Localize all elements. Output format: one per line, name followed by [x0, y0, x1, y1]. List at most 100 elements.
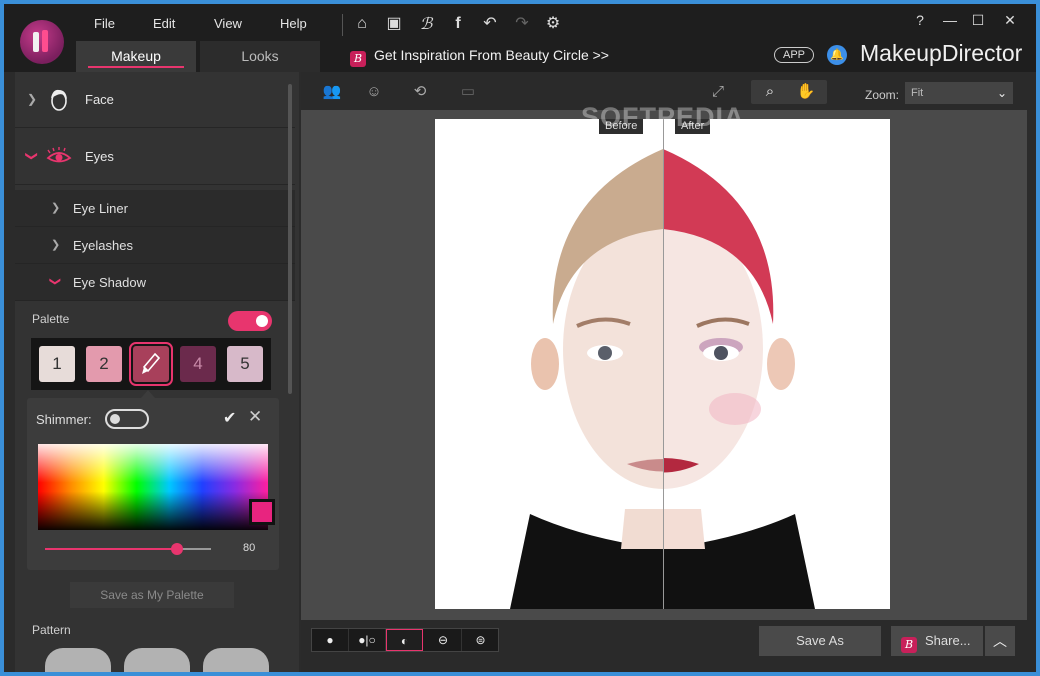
shimmer-label: Shimmer:: [36, 412, 92, 427]
intensity-slider[interactable]: [45, 543, 211, 555]
chevron-down-icon: ❯: [25, 150, 40, 162]
pattern-thumbnail-1[interactable]: [45, 648, 111, 672]
subcategory-eye-shadow-label: Eye Shadow: [73, 275, 146, 290]
zoom-tools: ⌕ ✋: [751, 80, 827, 104]
palette-swatch-5[interactable]: 5: [227, 346, 263, 382]
zoom-select-value: Fit: [911, 87, 924, 99]
pattern-label: Pattern: [32, 623, 71, 637]
brand-title: MakeupDirector: [860, 40, 1022, 67]
split-horizontal-icon[interactable]: ⊖: [425, 629, 462, 651]
color-picker-popup: Shimmer: ✔ ✕ 80: [27, 398, 279, 570]
beauty-circle-badge-icon: B: [350, 51, 366, 67]
undo-icon[interactable]: ↶: [479, 13, 501, 35]
crop-icon[interactable]: ▭: [457, 81, 479, 103]
palette-swatch-4[interactable]: 4: [180, 346, 216, 382]
compare-split-line[interactable]: [663, 119, 664, 609]
share-button[interactable]: B Share...: [891, 626, 983, 656]
expand-up-button[interactable]: ︿: [985, 626, 1015, 656]
palette-toggle[interactable]: [228, 311, 272, 331]
face-icon: [51, 89, 67, 111]
view-mode-group: ● ●|○ ◐ ⊖ ⊜: [311, 628, 499, 652]
softpedia-watermark: SOFTPEDIA: [581, 102, 745, 132]
app-logo: [20, 20, 64, 64]
brand-title-light: Director: [941, 40, 1023, 66]
menu-help[interactable]: Help: [280, 16, 307, 31]
chevron-right-icon: ❯: [27, 92, 38, 106]
history-icon[interactable]: ⟲: [409, 81, 431, 103]
menu-view[interactable]: View: [214, 16, 242, 31]
beauty-circle-badge-icon: B: [901, 637, 917, 653]
eye-icon: [46, 147, 72, 163]
left-panel-scrollbar[interactable]: [288, 84, 292, 394]
palette-swatch-2[interactable]: 2: [86, 346, 122, 382]
category-eyes[interactable]: ❯ Eyes: [15, 129, 295, 185]
pattern-thumbnail-2[interactable]: [124, 648, 190, 672]
side-by-side-icon[interactable]: ●|○: [349, 629, 386, 651]
category-face[interactable]: ❯ Face: [15, 72, 295, 128]
menu-edit[interactable]: Edit: [153, 16, 175, 31]
intensity-value: 80: [243, 542, 256, 554]
subcategory-eyelashes-label: Eyelashes: [73, 238, 133, 253]
minimize-button[interactable]: —: [936, 10, 964, 30]
popup-caret: [141, 390, 155, 398]
category-face-label: Face: [85, 92, 114, 107]
subcategory-eye-shadow[interactable]: ❯ Eye Shadow: [15, 264, 295, 301]
app-window: File Edit View Help ⌂ ▣ ℬ f ↶ ↷ ⚙ Makeup…: [4, 4, 1036, 672]
palette-label: Palette: [32, 312, 70, 326]
chevron-down-icon: ❯: [49, 276, 62, 287]
pattern-thumbnail-3[interactable]: [203, 648, 269, 672]
palette-swatch-1[interactable]: 1: [39, 346, 75, 382]
zoom-label: Zoom:: [865, 88, 900, 102]
redo-icon[interactable]: ↷: [511, 13, 533, 35]
split-vertical-icon[interactable]: ◐: [386, 629, 423, 651]
chevron-right-icon: ❯: [51, 202, 61, 214]
subcategory-eye-liner[interactable]: ❯ Eye Liner: [15, 190, 295, 227]
beauty-circle-icon[interactable]: ℬ: [415, 13, 437, 35]
makeup-panel: ❯ Face ❯ Eyes ❯ Eye Liner ❯ Eyelashes ❯: [15, 72, 299, 672]
tab-makeup[interactable]: Makeup: [76, 41, 196, 72]
beauty-circle-link[interactable]: B Get Inspiration From Beauty Circle >>: [350, 47, 609, 67]
maximize-button[interactable]: ☐: [964, 10, 992, 30]
chevron-right-icon: ❯: [51, 239, 61, 251]
slider-knob[interactable]: [171, 543, 183, 555]
settings-gear-icon[interactable]: ⚙: [542, 13, 564, 35]
palette-swatches: 1 2 4 5: [31, 338, 271, 390]
brush-icon: [142, 352, 161, 374]
facebook-icon[interactable]: f: [447, 13, 469, 35]
stacked-view-icon[interactable]: ⊜: [462, 629, 499, 651]
title-bar: File Edit View Help ⌂ ▣ ℬ f ↶ ↷ ⚙ Makeup…: [4, 4, 1036, 72]
notification-bell-icon[interactable]: 🔔: [827, 45, 847, 65]
subcategory-eye-liner-label: Eye Liner: [73, 201, 128, 216]
shimmer-toggle[interactable]: [105, 409, 149, 429]
confirm-check-icon[interactable]: ✔: [223, 408, 236, 428]
home-icon[interactable]: ⌂: [351, 13, 373, 35]
photo-canvas[interactable]: Before After: [301, 110, 1027, 620]
close-popup-icon[interactable]: ✕: [248, 407, 262, 427]
bottom-bar: ● ●|○ ◐ ⊖ ⊜ Save As B Share... ︿: [301, 620, 1036, 672]
help-window-button[interactable]: ?: [906, 10, 934, 30]
magnifier-icon[interactable]: ⌕: [759, 81, 781, 103]
subcategory-eyelashes[interactable]: ❯ Eyelashes: [15, 227, 295, 264]
chevron-down-icon: ⌄: [996, 86, 1007, 100]
app-button[interactable]: APP: [774, 47, 815, 63]
fullscreen-icon[interactable]: ⤢: [707, 81, 729, 103]
tab-looks[interactable]: Looks: [200, 41, 320, 72]
save-as-button[interactable]: Save As: [759, 626, 881, 656]
menu-separator: [342, 14, 343, 36]
menu-file[interactable]: File: [94, 16, 115, 31]
selected-color-swatch[interactable]: [249, 499, 275, 525]
brand-title-bold: Makeup: [860, 40, 942, 66]
save-as-my-palette-button[interactable]: Save as My Palette: [70, 582, 234, 608]
zoom-select[interactable]: Fit ⌄: [905, 82, 1013, 104]
color-spectrum[interactable]: [38, 444, 268, 530]
face-settings-icon[interactable]: ☺: [363, 81, 385, 103]
palette-swatch-3[interactable]: [129, 342, 173, 386]
before-after-photo[interactable]: Before After: [435, 119, 890, 609]
compare-people-icon[interactable]: 👥: [321, 81, 343, 103]
close-button[interactable]: ✕: [996, 10, 1024, 30]
share-button-label: Share...: [925, 633, 971, 648]
category-eyes-label: Eyes: [85, 149, 114, 164]
hand-pan-icon[interactable]: ✋: [795, 81, 817, 103]
single-view-icon[interactable]: ●: [312, 629, 349, 651]
save-icon[interactable]: ▣: [383, 13, 405, 35]
